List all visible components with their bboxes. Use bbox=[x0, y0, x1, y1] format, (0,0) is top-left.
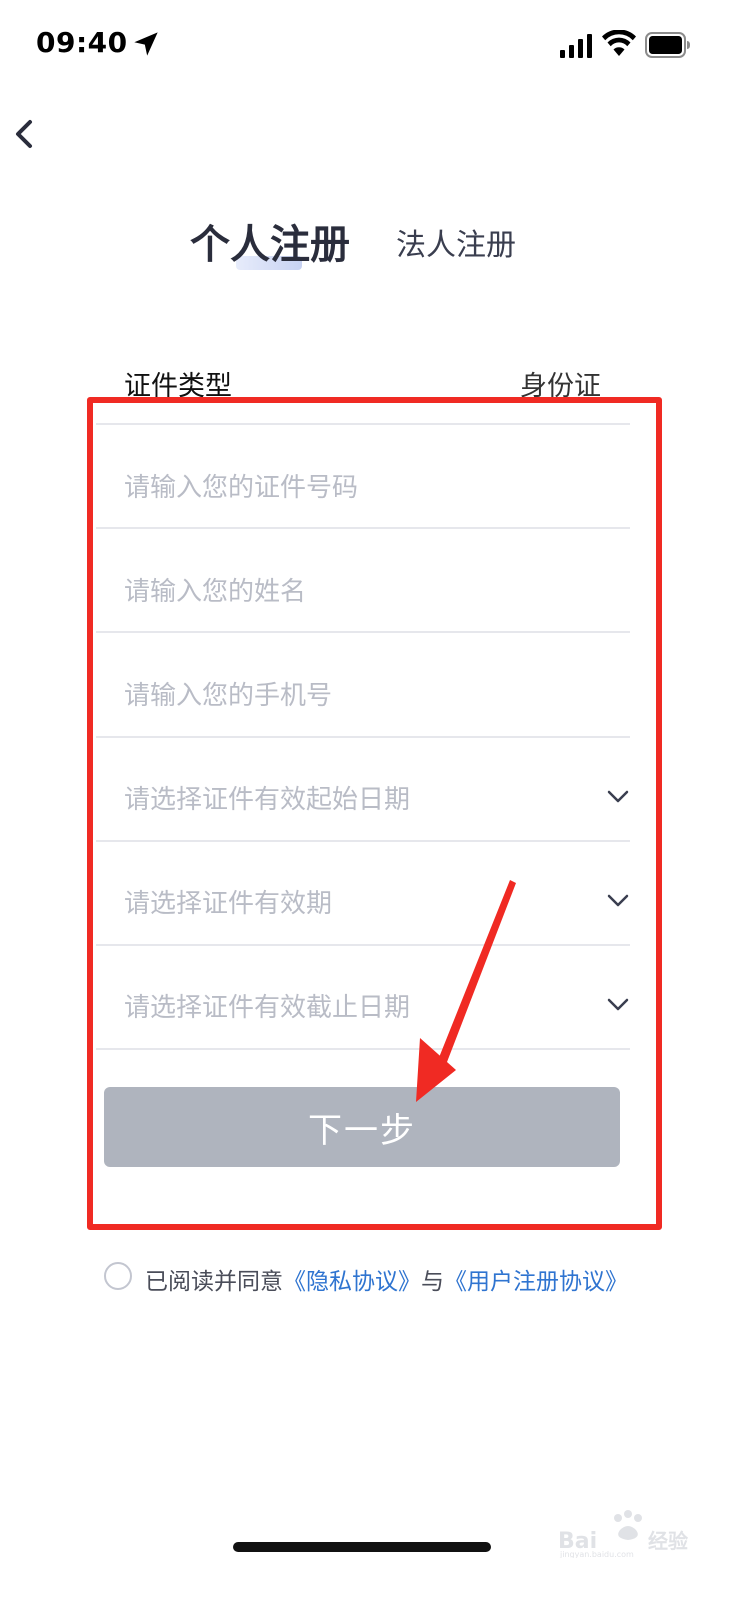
privacy-agreement-link[interactable]: 《隐私协议》 bbox=[283, 1269, 421, 1295]
baidu-jingyan-watermark-logo: Bai 经验 jingyan.baidu.com bbox=[558, 1510, 688, 1558]
status-time: 09:40 bbox=[36, 26, 128, 59]
location-arrow-icon bbox=[134, 32, 158, 56]
cellular-signal-icon bbox=[560, 34, 592, 58]
highlight-box-annotation bbox=[87, 397, 662, 1230]
svg-text:经验: 经验 bbox=[648, 1529, 688, 1553]
wifi-icon bbox=[602, 30, 636, 56]
agreement-radio[interactable] bbox=[104, 1262, 132, 1290]
agreement-text: 已阅读并同意《隐私协议》与《用户注册协议》 bbox=[145, 1262, 628, 1296]
tab-personal-registration[interactable]: 个人注册 bbox=[190, 212, 350, 270]
red-arrow-annotation bbox=[416, 880, 516, 1102]
user-registration-agreement-link[interactable]: 《用户注册协议》 bbox=[444, 1269, 628, 1295]
back-chevron-icon[interactable] bbox=[10, 116, 40, 152]
agreement-prefix: 已阅读并同意 bbox=[145, 1269, 283, 1295]
svg-text:jingyan.baidu.com: jingyan.baidu.com bbox=[559, 1550, 634, 1558]
battery-icon bbox=[645, 32, 690, 58]
tab-legal-person-registration[interactable]: 法人注册 bbox=[396, 220, 516, 264]
agreement-connector: 与 bbox=[421, 1269, 444, 1295]
home-indicator bbox=[233, 1542, 491, 1552]
